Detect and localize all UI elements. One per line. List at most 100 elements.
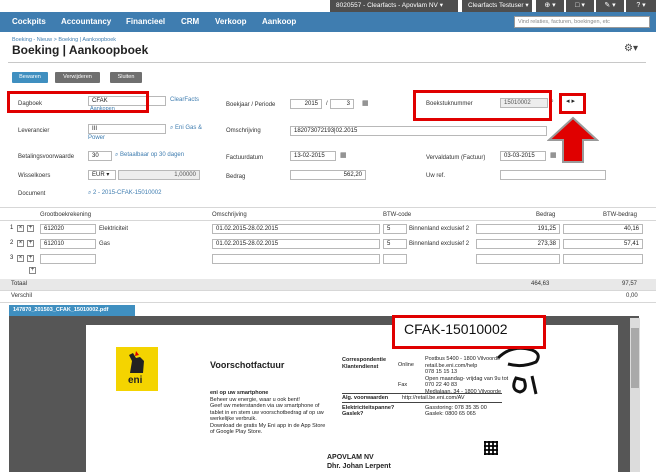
add-menu-button[interactable]: ⊕ ▾ <box>536 0 564 12</box>
delete-button[interactable]: Verwijderen <box>55 72 100 83</box>
factuurdatum-label: Factuurdatum <box>226 155 264 161</box>
company-selector[interactable]: 8020557 - Clearfacts - Apovlam NV ▾ <box>330 0 458 12</box>
close-button[interactable]: Sluiten <box>110 72 142 83</box>
currency-select[interactable]: EUR ▾ <box>88 170 116 180</box>
row-number: 2 <box>10 240 14 246</box>
col-bedrag: Bedrag <box>536 212 556 218</box>
edit-menu-button[interactable]: ✎ ▾ <box>596 0 624 12</box>
totaal-amount: 464,63 <box>531 281 550 287</box>
leverancier-link[interactable]: ⌕ Eni Gas & <box>170 125 202 132</box>
user-label: Clearfacts Testuser <box>468 2 524 9</box>
attachment-tab[interactable]: 147870_201503_CFAK_15010002.pdf <box>9 305 135 316</box>
periode-input[interactable]: 3 <box>330 99 354 109</box>
prev-next-arrows-icon[interactable]: ◂ ▸ <box>566 97 575 105</box>
description-input[interactable] <box>212 254 380 264</box>
amount-input[interactable]: 191,25 <box>476 224 560 234</box>
calendar-grid-icon[interactable]: ▦ <box>362 99 369 107</box>
recipient-contact: Dhr. Johan Lerpent <box>327 463 391 470</box>
account-name: Gas <box>99 241 111 247</box>
delete-row-icon[interactable]: × <box>17 255 24 262</box>
vat-code-input[interactable]: 5 <box>383 239 407 249</box>
grid-header-line <box>0 220 656 221</box>
periode-separator: / <box>326 101 328 107</box>
doc-title: Voorschotfactuur <box>210 360 285 370</box>
vervaldatum-label: Vervaldatum (Factuur) <box>426 155 486 161</box>
main-nav: Cockpits Accountancy Financieel CRM Verk… <box>0 12 656 32</box>
general-terms-label: Alg. voorwaarden <box>342 395 389 401</box>
vat-amount-input[interactable]: 57,41 <box>563 239 643 249</box>
add-row-icon[interactable]: + <box>27 255 34 262</box>
nav-aankoop[interactable]: Aankoop <box>262 12 296 32</box>
doc-divider <box>342 402 502 403</box>
nav-crm[interactable]: CRM <box>181 12 199 32</box>
vat-amount-input[interactable]: 40,16 <box>563 224 643 234</box>
calendar-icon[interactable]: ▦ <box>340 151 347 159</box>
col-grootboekrekening: Grootboekrekening <box>40 212 92 218</box>
global-search-input[interactable]: Vind relaties, facturen, boekingen, etc <box>514 16 650 28</box>
highlight-boekstuknummer <box>413 90 552 121</box>
user-menu[interactable]: Clearfacts Testuser ▾ <box>462 0 532 12</box>
add-row-icon[interactable]: + <box>27 240 34 247</box>
uwref-label: Uw ref. <box>426 173 446 179</box>
vat-code-name: Binnenland exclusief 2 <box>409 241 470 247</box>
recipient-name: APOVLAM NV <box>327 454 374 461</box>
wisselkoers-input[interactable]: 1,00000 <box>118 170 200 180</box>
account-input[interactable] <box>40 254 96 264</box>
row-number: 3 <box>10 255 14 261</box>
highlight-dagboek <box>7 91 149 113</box>
omschrijving-label: Omschrijving <box>226 128 261 134</box>
description-input[interactable]: 01.02.2015-28.02.2015 <box>212 239 380 249</box>
vat-code-input[interactable]: 5 <box>383 224 407 234</box>
calendar-icon[interactable]: ▦ <box>550 151 557 159</box>
amount-input[interactable] <box>476 254 560 264</box>
uwref-input[interactable] <box>500 170 606 180</box>
qr-code-icon <box>484 441 498 455</box>
vat-code-input[interactable] <box>383 254 407 264</box>
bedrag-input[interactable]: 562,20 <box>290 170 366 180</box>
total-row <box>0 279 656 290</box>
omschrijving-input[interactable]: 182073072193|02.2015 <box>290 126 547 136</box>
vat-amount-input[interactable] <box>563 254 643 264</box>
account-name: Elektriciteit <box>99 226 129 232</box>
amount-input[interactable]: 273,38 <box>476 239 560 249</box>
totaal-vat-amount: 97,57 <box>622 281 638 287</box>
promo-line: of Google Play Store. <box>210 429 263 435</box>
account-input[interactable]: 612010 <box>40 239 96 249</box>
boekjaar-input[interactable]: 2015 <box>290 99 322 109</box>
factuurdatum-input[interactable]: 13-02-2015 <box>290 151 336 161</box>
scrollbar-thumb[interactable] <box>631 328 639 388</box>
grid-top-line <box>0 207 656 208</box>
vat-code-name: Binnenland exclusief 2 <box>409 226 470 232</box>
dagboek-clearfacts-link[interactable]: ClearFacts <box>170 97 199 103</box>
description-input[interactable]: 01.02.2015-28.02.2015 <box>212 224 380 234</box>
nav-verkoop[interactable]: Verkoop <box>215 12 247 32</box>
leverancier-link-line2[interactable]: Power <box>88 135 105 141</box>
betalingsvoorwaarde-input[interactable]: 30 <box>88 151 112 161</box>
document-label: Document <box>18 191 46 197</box>
contact-key: Fax <box>398 382 408 388</box>
leverancier-label: Leverancier <box>18 128 50 134</box>
add-row-icon[interactable]: + <box>27 225 34 232</box>
wisselkoers-label: Wisselkoers <box>18 173 51 179</box>
doc-promo-block: eni op uw smartphone Beheer uw energie, … <box>210 390 325 436</box>
delete-row-icon[interactable]: × <box>17 240 24 247</box>
save-button[interactable]: Bewaren <box>12 72 48 83</box>
nav-accountancy[interactable]: Accountancy <box>61 12 111 32</box>
nav-financieel[interactable]: Financieel <box>126 12 165 32</box>
nav-cockpits[interactable]: Cockpits <box>12 12 46 32</box>
document-menu-button[interactable]: □ ▾ <box>566 0 594 12</box>
settings-icon[interactable]: ⚙▾ <box>624 43 638 54</box>
add-line-icon[interactable]: + <box>29 267 36 274</box>
betalingsvoorwaarde-link[interactable]: ⌕ Betaalbaar op 30 dagen <box>115 152 184 159</box>
col-omschrijving: Omschrijving <box>212 212 247 218</box>
help-menu-button[interactable]: ? ▾ <box>626 0 656 12</box>
delete-row-icon[interactable]: × <box>17 225 24 232</box>
vervaldatum-input[interactable]: 03-03-2015 <box>500 151 546 161</box>
document-link[interactable]: ⌕ 2 - 2015-CFAK-15010002 <box>88 190 161 197</box>
leverancier-input[interactable]: III <box>88 124 166 134</box>
pdf-scrollbar[interactable] <box>630 318 640 472</box>
betalingsvoorwaarde-label: Betalingsvoorwaarde <box>18 154 75 160</box>
company-label: 8020557 - Clearfacts - Apovlam NV <box>336 2 438 9</box>
top-strip: 8020557 - Clearfacts - Apovlam NV ▾ Clea… <box>0 0 656 12</box>
account-input[interactable]: 612020 <box>40 224 96 234</box>
